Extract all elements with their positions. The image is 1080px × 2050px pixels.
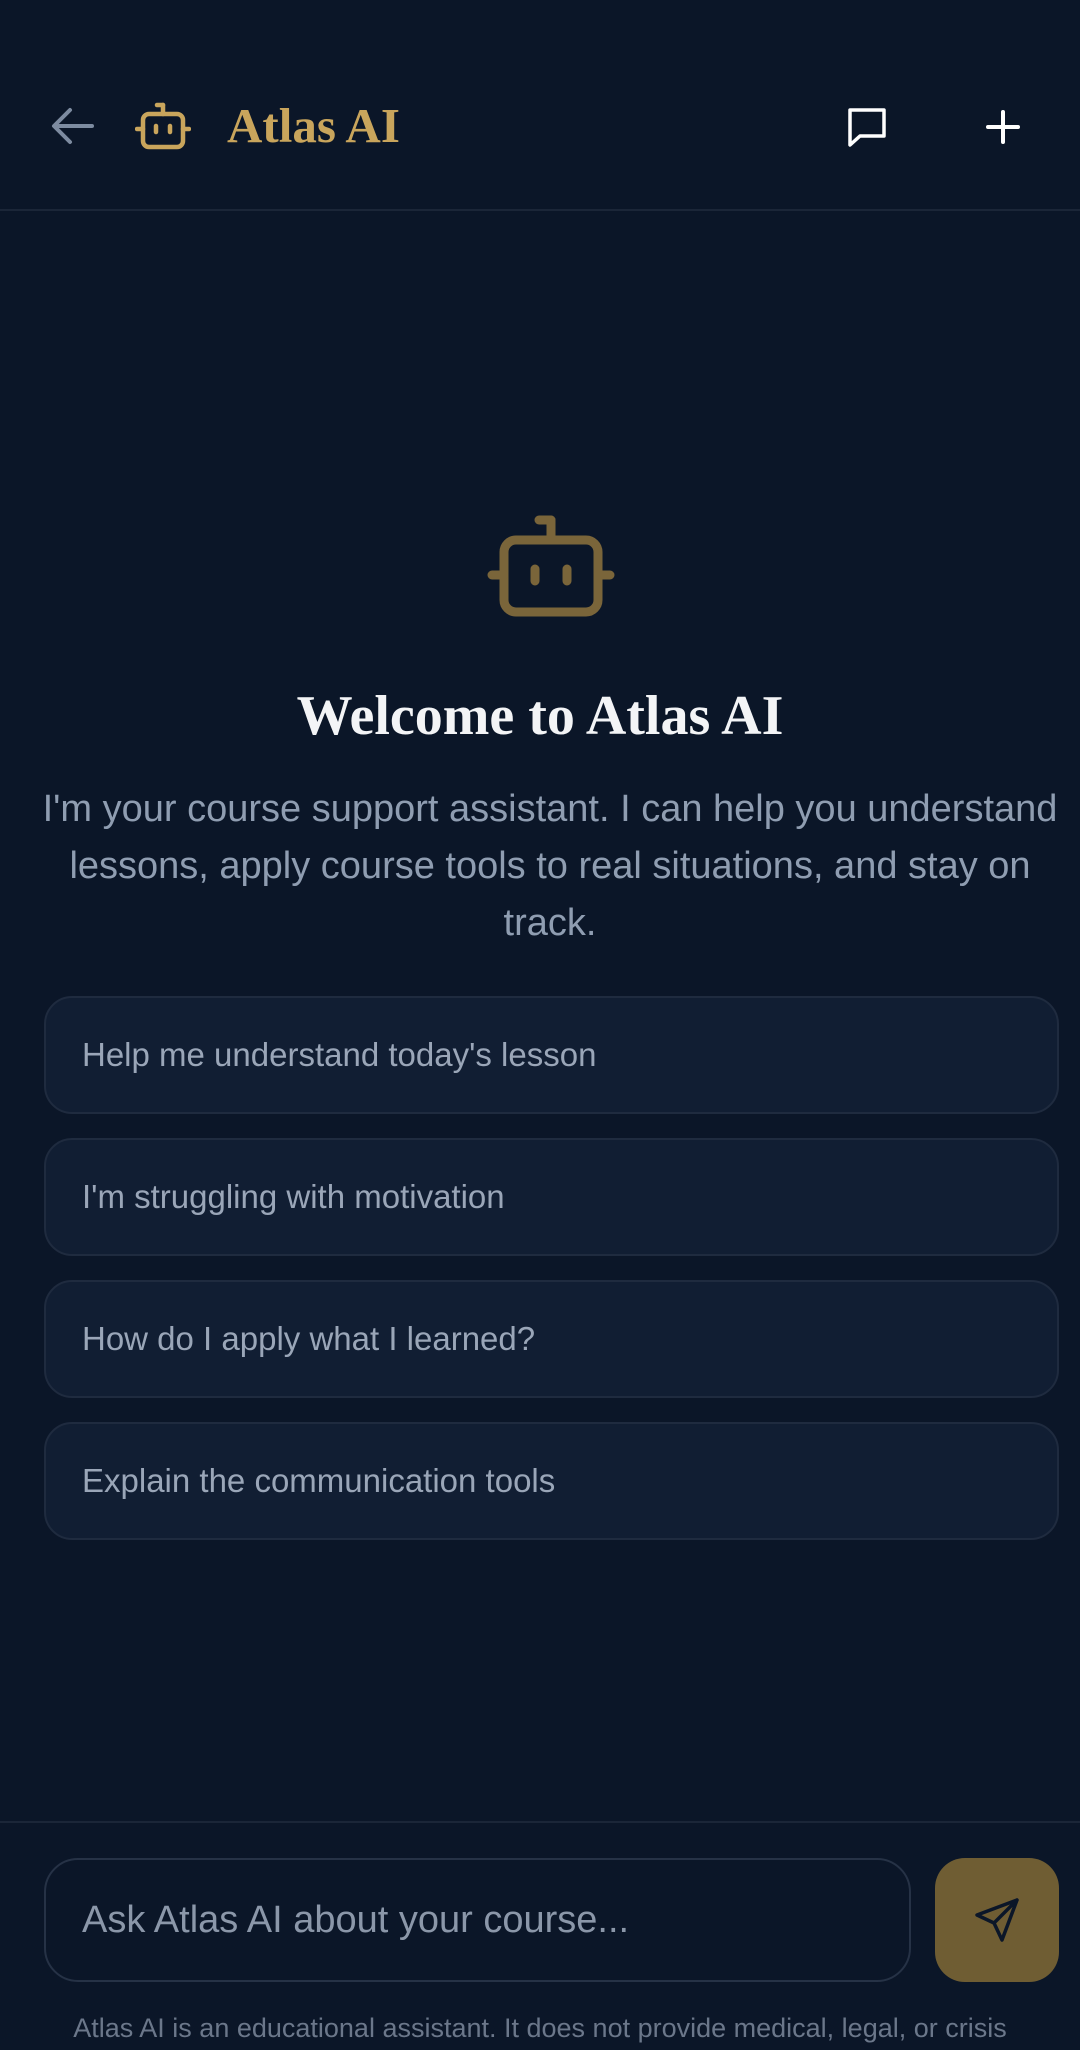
app-header: Atlas AI: [0, 0, 1080, 211]
suggestion-chip[interactable]: Help me understand today's lesson: [44, 996, 1059, 1114]
suggestion-label: I'm struggling with motivation: [82, 1178, 505, 1215]
suggestion-chip[interactable]: I'm struggling with motivation: [44, 1138, 1059, 1256]
robot-icon: [134, 101, 192, 151]
message-input[interactable]: [44, 1858, 911, 1982]
plus-icon: [986, 110, 1020, 144]
welcome-title: Welcome to Atlas AI: [296, 685, 784, 747]
app-title: Atlas AI: [227, 98, 400, 153]
chat-bubble-icon: [848, 108, 886, 147]
robot-icon: [487, 514, 615, 620]
welcome-description: I'm your course support assistant. I can…: [42, 788, 1058, 944]
suggestion-list: Help me understand today's lesson I'm st…: [44, 996, 1059, 1564]
suggestion-label: Explain the communication tools: [82, 1462, 556, 1499]
disclaimer-text: Atlas AI is an educational assistant. It…: [73, 2013, 1007, 2043]
arrow-left-icon: [52, 108, 94, 144]
suggestion-label: Help me understand today's lesson: [82, 1036, 597, 1073]
suggestion-chip[interactable]: Explain the communication tools: [44, 1422, 1059, 1540]
send-button[interactable]: [935, 1858, 1059, 1982]
suggestion-label: How do I apply what I learned?: [82, 1320, 536, 1357]
back-button[interactable]: [44, 96, 100, 156]
new-chat-button[interactable]: [974, 98, 1032, 156]
suggestion-chip[interactable]: How do I apply what I learned?: [44, 1280, 1059, 1398]
chat-history-button[interactable]: [838, 98, 896, 156]
send-icon: [975, 1898, 1019, 1942]
footer-divider: [0, 1821, 1080, 1823]
